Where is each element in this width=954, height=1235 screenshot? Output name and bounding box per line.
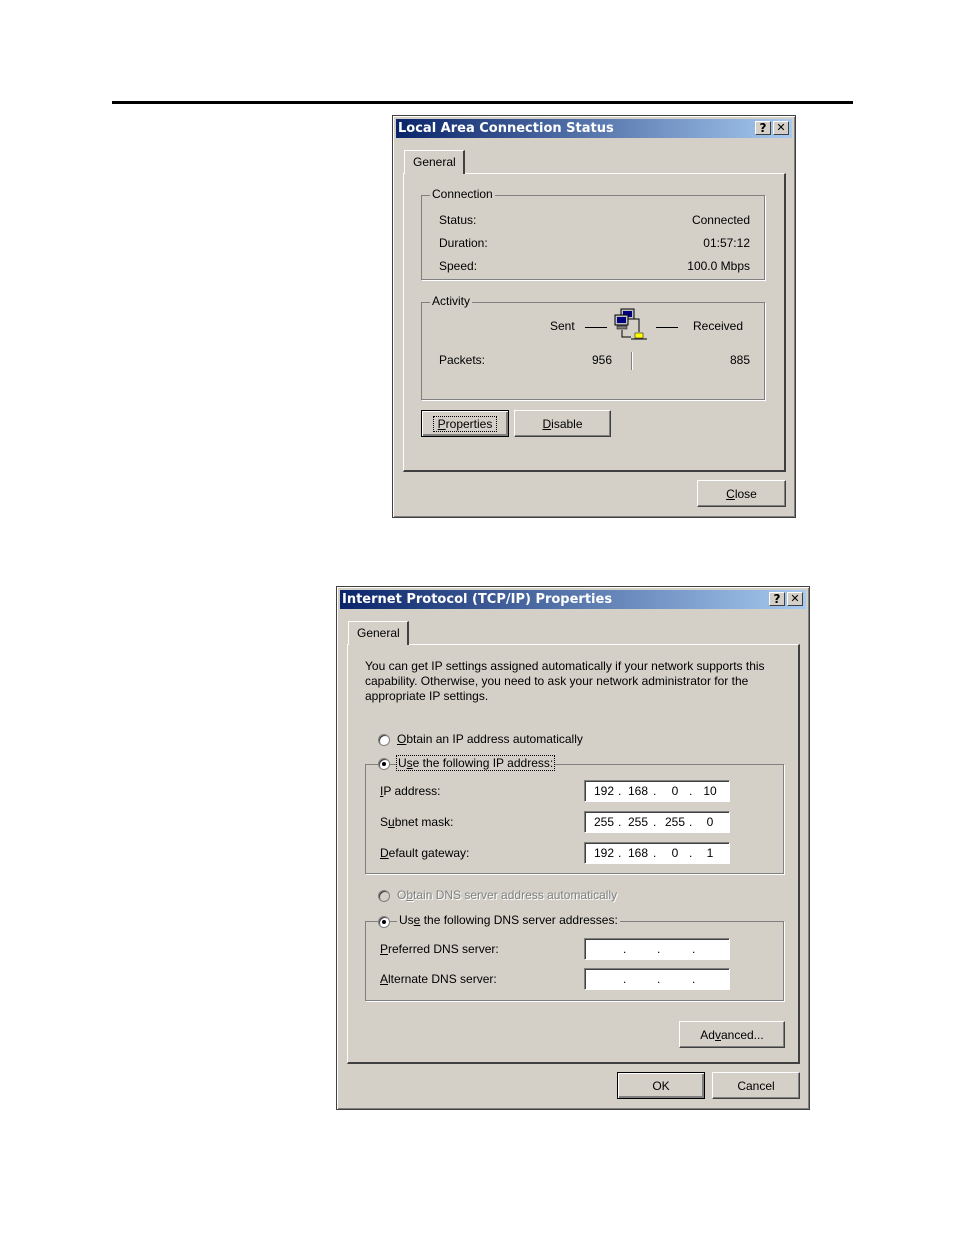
cancel-button[interactable]: Cancel: [712, 1072, 800, 1099]
mask-octet-1: 255: [593, 815, 615, 829]
ok-button[interactable]: OK: [617, 1072, 705, 1099]
sent-label: Sent: [550, 319, 575, 333]
properties-button-label: Properties: [432, 415, 498, 432]
dot-separator: .: [653, 846, 657, 860]
window-title: Internet Protocol (TCP/IP) Properties: [342, 592, 613, 607]
gw-octet-1: 192: [593, 846, 615, 860]
ip-octet-1: 192: [593, 784, 615, 798]
packets-label: Packets:: [439, 353, 486, 367]
tcpip-properties-window: Internet Protocol (TCP/IP) Properties ? …: [336, 586, 810, 1110]
window-title: Local Area Connection Status: [398, 121, 614, 136]
dot-separator: .: [689, 815, 693, 829]
tab-label: General: [413, 155, 456, 169]
status-value: Connected: [691, 213, 750, 227]
dot-separator: .: [623, 942, 627, 956]
close-button[interactable]: Close: [697, 480, 786, 507]
gw-octet-2: 168: [627, 846, 649, 860]
speed-value: 100.0 Mbps: [687, 259, 750, 273]
mask-octet-4: 0: [706, 815, 714, 829]
tab-panel-general: Connection Status: Connected Duration: 0…: [403, 173, 786, 472]
dot-separator: .: [692, 942, 696, 956]
gw-octet-4: 1: [706, 846, 714, 860]
cancel-button-label: Cancel: [737, 1078, 775, 1093]
connection-status-titlebar: Local Area Connection Status ? ✕: [396, 119, 792, 138]
tcpip-titlebar: Internet Protocol (TCP/IP) Properties ? …: [340, 590, 806, 609]
sent-line: [585, 327, 607, 328]
dot-separator: .: [657, 942, 661, 956]
radio-obtain-dns-auto[interactable]: [378, 890, 390, 902]
dot-separator: .: [653, 815, 657, 829]
tab-general[interactable]: General: [404, 150, 465, 174]
close-icon[interactable]: ✕: [773, 121, 789, 135]
ok-button-label: OK: [652, 1078, 670, 1093]
ip-octet-2: 168: [627, 784, 649, 798]
properties-button[interactable]: Properties: [421, 410, 509, 437]
activity-group-label: Activity: [430, 294, 473, 308]
received-line: [656, 327, 678, 328]
packets-received-value: 885: [729, 353, 750, 367]
default-gateway-label: Default gateway:: [380, 846, 470, 860]
page-rule: [112, 101, 853, 104]
connection-status-window: Local Area Connection Status ? ✕ General…: [392, 115, 796, 518]
ip-address-field[interactable]: 192. 168. 0. 10: [584, 780, 730, 802]
dot-separator: .: [618, 815, 622, 829]
close-button-label: Close: [726, 486, 757, 501]
mask-octet-2: 255: [627, 815, 649, 829]
activity-group: Activity Sent Received Packets: 956 885: [421, 294, 765, 400]
close-icon[interactable]: ✕: [787, 592, 803, 606]
static-ip-group: Use the following IP address: IP address…: [365, 755, 784, 874]
advanced-button-label: Advanced...: [700, 1027, 764, 1042]
tab-general[interactable]: General: [348, 621, 409, 645]
packets-sent-value: 956: [591, 353, 612, 367]
radio-use-static-ip-label: Use the following IP address:: [396, 755, 556, 771]
packets-divider: [631, 352, 632, 370]
radio-use-static-ip[interactable]: [378, 758, 390, 770]
speed-label: Speed:: [439, 259, 478, 273]
tab-panel-general: You can get IP settings assigned automat…: [347, 644, 800, 1064]
connection-group-label: Connection: [430, 187, 495, 201]
dot-separator: .: [657, 972, 661, 986]
advanced-button[interactable]: Advanced...: [679, 1021, 785, 1048]
subnet-mask-field[interactable]: 255. 255. 255. 0: [584, 811, 730, 833]
disable-button-label: Disable: [542, 416, 583, 431]
duration-label: Duration:: [439, 236, 488, 250]
radio-obtain-ip-auto-label: Obtain an IP address automatically: [397, 732, 583, 746]
dot-separator: .: [623, 972, 627, 986]
alternate-dns-label: Alternate DNS server:: [380, 972, 497, 986]
duration-value: 01:57:12: [703, 236, 750, 250]
gw-octet-3: 0: [671, 846, 679, 860]
radio-obtain-ip-auto[interactable]: [378, 734, 390, 746]
received-label: Received: [693, 319, 744, 333]
subnet-mask-label: Subnet mask:: [380, 815, 454, 829]
alternate-dns-field[interactable]: . . .: [584, 968, 730, 990]
network-computers-icon: [614, 308, 647, 340]
dot-separator: .: [618, 846, 622, 860]
tab-label: General: [357, 626, 400, 640]
help-button[interactable]: ?: [755, 121, 771, 135]
dot-separator: .: [689, 784, 693, 798]
default-gateway-field[interactable]: 192. 168. 0. 1: [584, 842, 730, 864]
dot-separator: .: [692, 972, 696, 986]
ip-octet-4: 10: [703, 784, 717, 798]
status-label: Status:: [439, 213, 477, 227]
radio-use-static-dns-label: Use the following DNS server addresses:: [397, 913, 620, 927]
ip-address-label: IP address:: [380, 784, 441, 798]
dot-separator: .: [653, 784, 657, 798]
ip-octet-3: 0: [671, 784, 679, 798]
preferred-dns-field[interactable]: . . .: [584, 938, 730, 960]
radio-use-static-dns[interactable]: [378, 916, 390, 928]
ip-settings-description: You can get IP settings assigned automat…: [365, 659, 765, 703]
preferred-dns-label: Preferred DNS server:: [380, 942, 499, 956]
dot-separator: .: [618, 784, 622, 798]
connection-group: Connection Status: Connected Duration: 0…: [421, 187, 765, 280]
help-button[interactable]: ?: [769, 592, 785, 606]
mask-octet-3: 255: [664, 815, 686, 829]
static-dns-group: Use the following DNS server addresses: …: [365, 913, 784, 1001]
dot-separator: .: [689, 846, 693, 860]
disable-button[interactable]: Disable: [514, 410, 611, 437]
radio-obtain-dns-auto-label: Obtain DNS server address automatically: [397, 888, 618, 902]
